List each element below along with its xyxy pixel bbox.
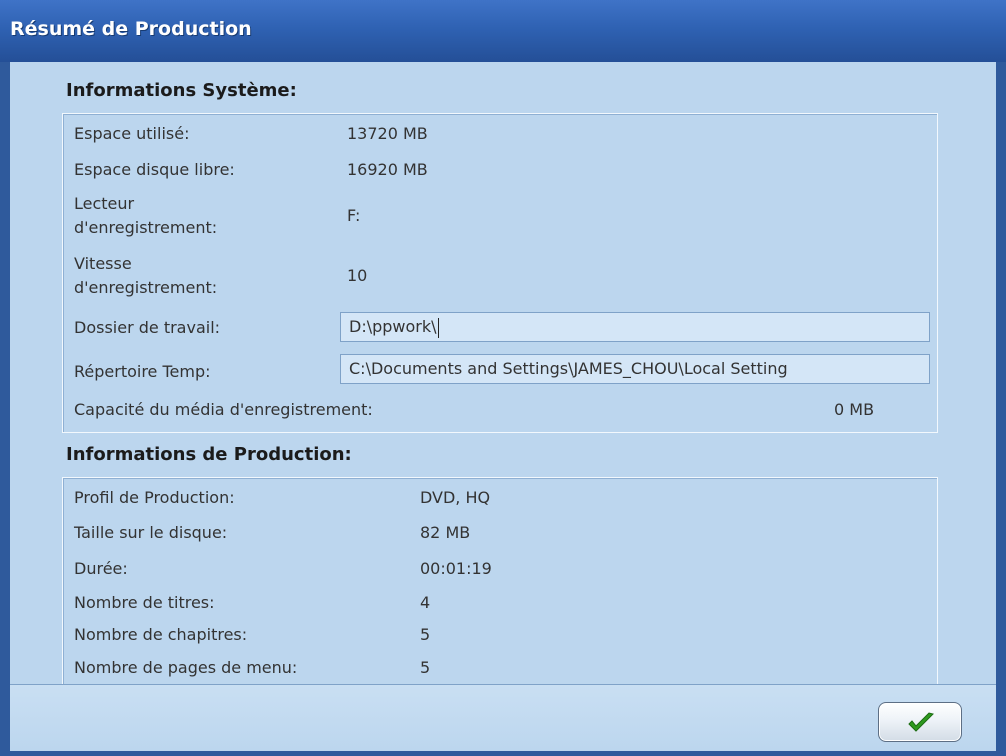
disk-size-label: Taille sur le disque: [74, 523, 228, 542]
recording-speed-value: 10 [347, 266, 368, 285]
duration-label: Durée: [74, 559, 128, 578]
check-icon [908, 712, 934, 732]
free-space-value: 16920 MB [347, 160, 428, 179]
recording-drive-value: F: [347, 206, 361, 225]
chapters-count-value: 5 [420, 625, 431, 644]
temp-dir-field[interactable]: C:\Documents and Settings\JAMES_CHOU\Loc… [340, 354, 930, 384]
text-caret [437, 317, 439, 338]
menu-pages-count-value: 5 [420, 658, 431, 677]
used-space-value: 13720 MB [347, 124, 428, 143]
production-profile-label: Profil de Production: [74, 488, 235, 507]
free-space-label: Espace disque libre: [74, 160, 235, 179]
window-title: Résumé de Production [10, 18, 252, 40]
work-folder-field[interactable]: D:\ppwork\ [340, 312, 930, 342]
system-info-heading: Informations Système: [66, 80, 297, 101]
production-profile-value: DVD, HQ [420, 488, 491, 507]
used-space-label: Espace utilisé: [74, 124, 190, 143]
recording-speed-label-line1: Vitesse [74, 254, 132, 273]
ok-button[interactable] [878, 702, 962, 742]
titles-count-value: 4 [420, 593, 431, 612]
dialog-footer [10, 684, 996, 751]
temp-dir-value: C:\Documents and Settings\JAMES_CHOU\Loc… [349, 359, 788, 378]
work-folder-label: Dossier de travail: [74, 318, 221, 337]
titles-count-label: Nombre de titres: [74, 593, 215, 612]
temp-dir-label: Répertoire Temp: [74, 362, 211, 381]
title-bar[interactable]: Résumé de Production [0, 0, 1006, 62]
menu-pages-count-label: Nombre de pages de menu: [74, 658, 298, 677]
recording-drive-label-line2: d'enregistrement: [74, 218, 218, 237]
recording-drive-label-line1: Lecteur [74, 194, 135, 213]
duration-value: 00:01:19 [420, 559, 492, 578]
dialog-window: Résumé de Production Informations Systèm… [0, 0, 1006, 756]
media-capacity-label: Capacité du média d'enregistrement: [74, 400, 373, 419]
recording-speed-label-line2: d'enregistrement: [74, 278, 218, 297]
disk-size-value: 82 MB [420, 523, 471, 542]
production-info-heading: Informations de Production: [66, 444, 352, 465]
work-folder-value: D:\ppwork\ [349, 317, 437, 336]
chapters-count-label: Nombre de chapitres: [74, 625, 248, 644]
media-capacity-value: 0 MB [834, 400, 875, 419]
